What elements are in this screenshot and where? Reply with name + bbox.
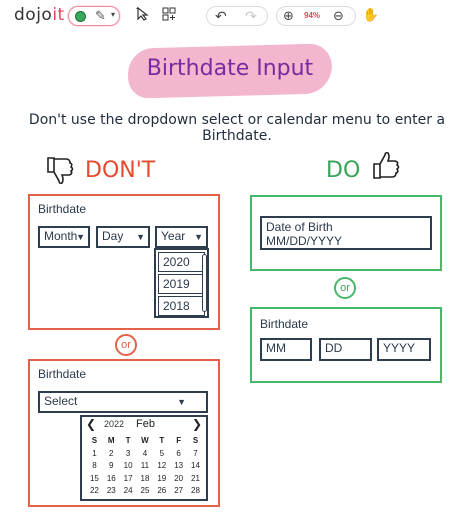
chevron-left-icon[interactable]: ❮ <box>86 417 96 431</box>
week-row: 22 23 24 25 26 27 28 <box>86 485 204 498</box>
calendar-day[interactable]: 6 <box>170 448 187 461</box>
caret-down-icon: ▾ <box>111 10 116 19</box>
calendar-day[interactable]: 8 <box>86 460 103 473</box>
grid-icon[interactable] <box>160 7 178 24</box>
caret-down-icon: ▼ <box>194 232 203 242</box>
calendar-day[interactable]: 22 <box>86 485 103 498</box>
dont-heading: DON'T <box>85 158 156 183</box>
calendar-day[interactable]: 23 <box>103 485 120 498</box>
thumbs-up-icon <box>370 150 402 189</box>
do-text-field-panel: Date of Birth MM/DD/YYYY <box>250 195 442 271</box>
year-option[interactable]: 2020 <box>158 252 205 272</box>
year-option[interactable]: 2019 <box>158 274 205 294</box>
calendar-year[interactable]: 2022 <box>104 419 124 429</box>
caret-down-icon: ▼ <box>177 397 186 407</box>
date-select[interactable]: Select ▼ <box>38 391 208 413</box>
calendar-day[interactable]: 26 <box>153 485 170 498</box>
pen-icon: ✎ <box>95 8 106 23</box>
year-select[interactable]: Year ▼ <box>155 226 208 248</box>
month-field[interactable]: MM <box>260 338 312 361</box>
calendar-day[interactable]: 7 <box>187 448 204 461</box>
calendar-month[interactable]: Feb <box>136 418 155 430</box>
month-select[interactable]: Month ▼ <box>38 226 90 248</box>
logo: dojoit <box>14 5 65 25</box>
week-row: 15 16 17 18 19 20 21 <box>86 473 204 486</box>
calendar-day[interactable]: 20 <box>170 473 187 486</box>
calendar-day[interactable]: 4 <box>137 448 154 461</box>
week-row: 1 2 3 4 5 6 7 <box>86 448 204 461</box>
date-of-birth-placeholder: MM/DD/YYYY <box>266 234 343 248</box>
calendar-day[interactable]: 10 <box>120 460 137 473</box>
birthdate-label: Birthdate <box>260 317 309 331</box>
weekday-label: S <box>192 436 199 445</box>
zoom-in-icon[interactable]: ⊕ <box>283 8 294 24</box>
weekday-row: S M T W T F S <box>86 435 204 448</box>
or-divider: or <box>115 334 137 356</box>
calendar-day[interactable]: 19 <box>153 473 170 486</box>
day-select[interactable]: Day ▼ <box>96 226 150 248</box>
date-of-birth-field[interactable]: Date of Birth MM/DD/YYYY <box>260 216 432 250</box>
thumbs-down-icon <box>44 154 76 193</box>
calendar-grid: S M T W T F S 1 2 3 4 5 6 7 8 9 10 11 12… <box>86 435 204 498</box>
hand-icon[interactable]: ✋ <box>362 7 380 23</box>
weekday-label: T <box>159 436 165 445</box>
zoom-controls: ⊕ 94% ⊖ <box>276 6 356 26</box>
zoom-out-icon[interactable]: ⊖ <box>333 8 344 24</box>
chevron-right-icon[interactable]: ❯ <box>192 417 202 431</box>
calendar-day[interactable]: 24 <box>120 485 137 498</box>
calendar-day[interactable]: 14 <box>187 460 204 473</box>
calendar-day[interactable]: 27 <box>170 485 187 498</box>
calendar-day[interactable]: 2 <box>103 448 120 461</box>
birthdate-label: Birthdate <box>38 202 87 216</box>
do-separate-fields-panel: Birthdate MM DD YYYY <box>250 307 442 383</box>
calendar-day[interactable]: 11 <box>137 460 154 473</box>
week-row: 8 9 10 11 12 13 14 <box>86 460 204 473</box>
caret-down-icon: ▼ <box>136 232 145 242</box>
undo-icon[interactable]: ↶ <box>215 8 227 25</box>
calendar-day[interactable]: 12 <box>153 460 170 473</box>
scrollbar[interactable] <box>202 254 207 312</box>
caret-down-icon: ▼ <box>76 232 85 242</box>
select-cursor-icon[interactable] <box>134 6 152 24</box>
day-field[interactable]: DD <box>319 338 372 361</box>
date-of-birth-label: Date of Birth <box>266 220 333 234</box>
zoom-level[interactable]: 94% <box>304 11 320 20</box>
calendar-day[interactable]: 28 <box>187 485 204 498</box>
or-divider: or <box>334 277 356 299</box>
birthdate-label: Birthdate <box>38 367 87 381</box>
calendar-popup: ❮ 2022 Feb ❯ S M T W T F S 1 2 3 4 5 6 7… <box>80 415 208 501</box>
calendar-day[interactable]: 17 <box>120 473 137 486</box>
do-heading: DO <box>326 158 361 183</box>
calendar-day[interactable]: 16 <box>103 473 120 486</box>
page-title: Birthdate Input <box>146 56 314 81</box>
calendar-day[interactable]: 3 <box>120 448 137 461</box>
weekday-label: S <box>91 436 98 445</box>
calendar-header: ❮ 2022 Feb ❯ <box>82 417 206 433</box>
history-controls: ↶ ↷ <box>206 6 268 26</box>
redo-icon[interactable]: ↷ <box>245 8 257 25</box>
calendar-day[interactable]: 15 <box>86 473 103 486</box>
weekday-label: T <box>125 436 131 445</box>
color-dot-icon[interactable] <box>75 11 86 22</box>
calendar-day[interactable]: 1 <box>86 448 103 461</box>
dont-dropdowns-panel: Birthdate Month ▼ Day ▼ Year ▼ 2020 2019 20… <box>28 194 220 330</box>
calendar-day[interactable]: 5 <box>153 448 170 461</box>
year-dropdown-list: 2020 2019 2018 <box>154 248 209 318</box>
weekday-label: W <box>141 436 149 445</box>
calendar-day[interactable]: 13 <box>170 460 187 473</box>
year-field[interactable]: YYYY <box>377 338 431 361</box>
calendar-day[interactable]: 21 <box>187 473 204 486</box>
pen-tool-button[interactable]: ✎ ▾ <box>68 6 120 26</box>
page-subtitle: Don't use the dropdown select or calenda… <box>28 112 446 144</box>
weekday-label: F <box>176 436 182 445</box>
year-option[interactable]: 2018 <box>158 296 205 316</box>
toolbar: dojoit ✎ ▾ ↶ ↷ ⊕ 94% ⊖ ✋ <box>0 0 474 32</box>
calendar-day[interactable]: 9 <box>103 460 120 473</box>
calendar-day[interactable]: 18 <box>137 473 154 486</box>
calendar-day[interactable]: 25 <box>137 485 154 498</box>
weekday-label: M <box>107 436 115 445</box>
